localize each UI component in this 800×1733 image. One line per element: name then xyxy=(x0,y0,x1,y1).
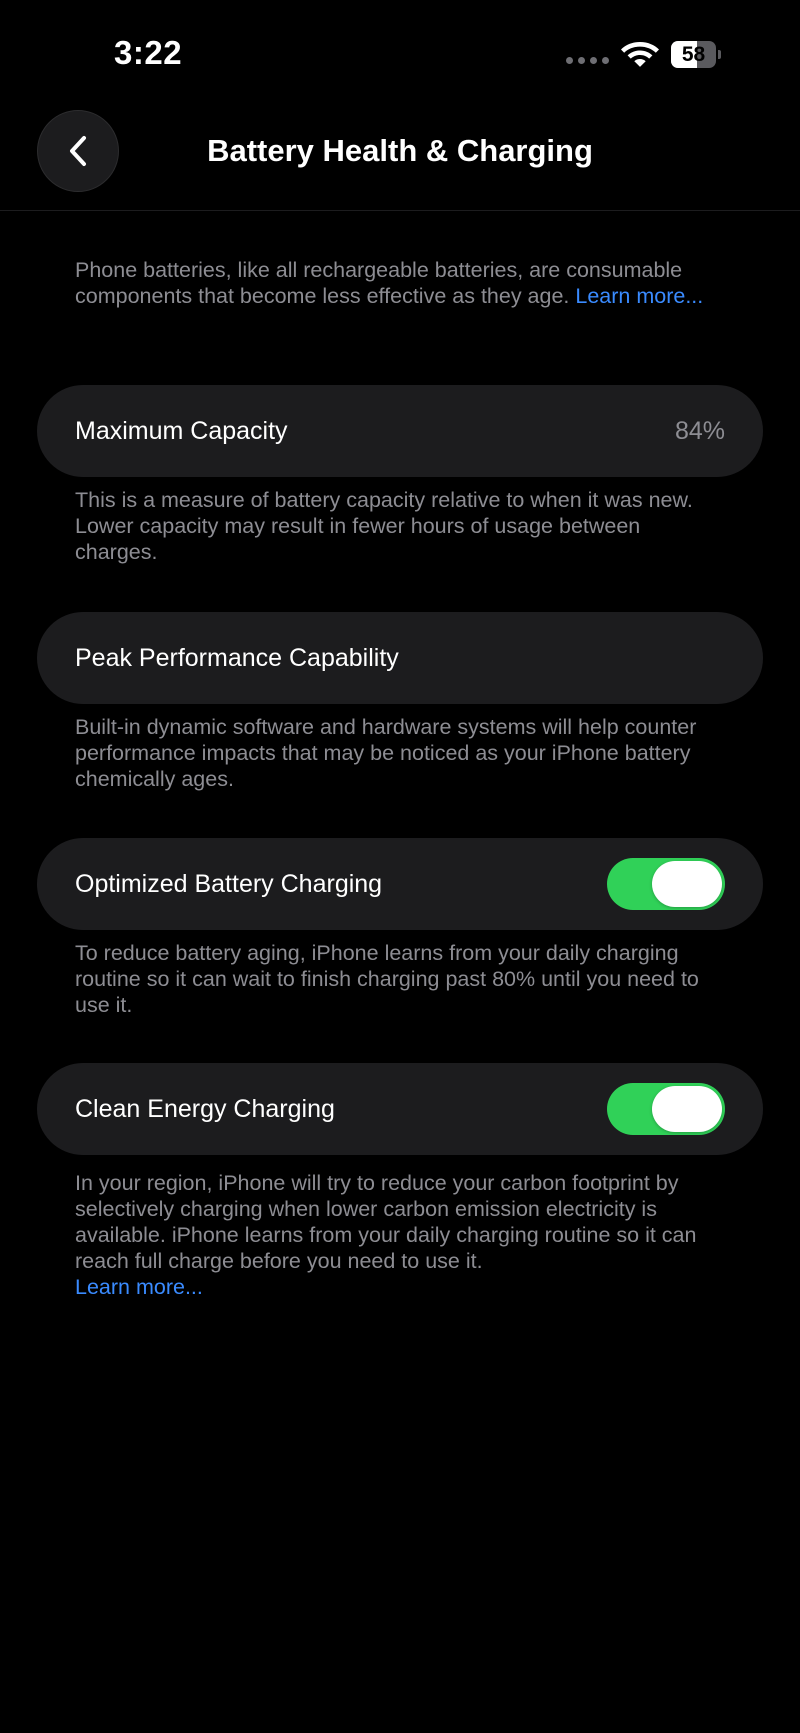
maximum-capacity-row: Maximum Capacity 84% xyxy=(37,385,763,477)
optimized-charging-label: Optimized Battery Charging xyxy=(75,870,383,898)
optimized-charging-toggle[interactable] xyxy=(607,858,725,910)
optimized-charging-row: Optimized Battery Charging xyxy=(37,838,763,930)
clean-energy-learn-more-link[interactable]: Learn more... xyxy=(75,1275,203,1299)
clean-energy-label: Clean Energy Charging xyxy=(75,1095,335,1123)
status-time: 3:22 xyxy=(114,34,183,71)
intro-description: Phone batteries, like all rechargeable b… xyxy=(75,257,725,309)
peak-performance-row: Peak Performance Capability xyxy=(37,612,763,704)
maximum-capacity-label: Maximum Capacity xyxy=(75,417,288,445)
clean-energy-text: In your region, iPhone will try to reduc… xyxy=(75,1171,697,1273)
clean-energy-row: Clean Energy Charging xyxy=(37,1063,763,1155)
battery-level: 58 xyxy=(681,43,706,66)
clean-energy-toggle[interactable] xyxy=(607,1083,725,1135)
peak-performance-footnote: Built-in dynamic software and hardware s… xyxy=(75,715,697,791)
navigation-bar: Battery Health & Charging xyxy=(0,100,800,211)
wifi-icon xyxy=(621,42,659,67)
optimized-charging-footnote: To reduce battery aging, iPhone learns f… xyxy=(75,941,699,1017)
learn-more-link[interactable]: Learn more... xyxy=(575,284,703,308)
status-bar: 3:22 58 xyxy=(0,0,800,100)
signal-dots-icon xyxy=(566,57,609,64)
toggle-knob xyxy=(652,861,722,907)
page-title: Battery Health & Charging xyxy=(207,133,593,168)
maximum-capacity-value: 84% xyxy=(674,417,725,445)
peak-performance-label: Peak Performance Capability xyxy=(75,644,399,672)
toggle-knob xyxy=(652,1086,722,1132)
clean-energy-footnote: In your region, iPhone will try to reduc… xyxy=(75,1170,725,1300)
battery-icon: 58 xyxy=(671,41,721,68)
maximum-capacity-footnote: This is a measure of battery capacity re… xyxy=(75,488,693,564)
